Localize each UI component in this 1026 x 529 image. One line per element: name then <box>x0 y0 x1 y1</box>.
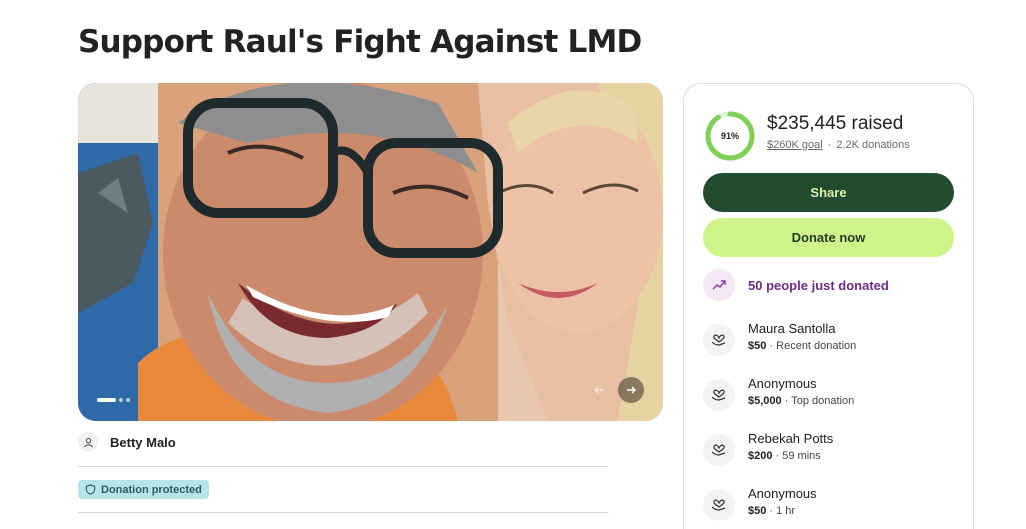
donation-count: 2.2K donations <box>836 139 910 151</box>
share-button[interactable]: Share <box>703 173 954 212</box>
donor-name: Maura Santolla <box>748 321 836 336</box>
carousel-prev-button[interactable] <box>586 377 612 403</box>
donation-item: Anonymous $50 · 1 hr <box>703 486 817 521</box>
arrow-left-icon <box>594 386 603 394</box>
campaign-photo <box>78 83 663 421</box>
carousel-dot-2[interactable] <box>119 398 123 402</box>
carousel-dot-1[interactable] <box>97 398 116 402</box>
donor-name: Anonymous <box>748 486 817 501</box>
donation-amount: $5,000 <box>748 395 782 407</box>
progress-percent: 91% <box>720 131 739 141</box>
heart-hand-icon <box>703 379 735 411</box>
donation-item: Rebekah Potts $200 · 59 mins <box>703 431 833 466</box>
donation-detail: · 59 mins <box>772 450 821 462</box>
trending-up-icon <box>703 269 735 301</box>
divider <box>78 512 609 513</box>
shield-icon <box>85 484 96 495</box>
arrow-right-icon <box>627 386 636 394</box>
donation-item: Maura Santolla $50 · Recent donation <box>703 321 856 356</box>
heart-hand-icon <box>703 324 735 356</box>
goal-summary: $260K goal · 2.2K donations <box>767 139 910 151</box>
carousel-indicator[interactable] <box>97 398 130 402</box>
donation-detail: · Top donation <box>781 395 855 407</box>
organizer: Betty Malo <box>78 432 176 452</box>
carousel-next-button[interactable] <box>618 377 644 403</box>
donate-now-button[interactable]: Donate now <box>703 218 954 257</box>
heart-hand-icon <box>703 489 735 521</box>
donation-protected-badge[interactable]: Donation protected <box>78 480 209 499</box>
user-icon <box>78 432 98 452</box>
amount-raised: $235,445 raised <box>767 113 904 134</box>
donation-detail: · Recent donation <box>766 340 857 352</box>
donation-detail: · 1 hr <box>766 505 796 517</box>
heart-hand-icon <box>703 434 735 466</box>
recent-donation-trend: 50 people just donated <box>703 269 889 301</box>
organizer-name[interactable]: Betty Malo <box>110 435 176 450</box>
donation-amount: $50 <box>748 505 767 517</box>
trend-text: 50 people just donated <box>748 277 889 293</box>
goal-amount[interactable]: $260K goal <box>767 139 823 151</box>
donation-amount: $50 <box>748 340 767 352</box>
divider <box>78 466 609 467</box>
page-title: Support Raul's Fight Against LMD <box>78 24 642 60</box>
campaign-photo-carousel[interactable] <box>78 83 663 421</box>
donation-sidebar: 91% $235,445 raised $260K goal · 2.2K dona… <box>683 83 974 529</box>
donation-amount: $200 <box>748 450 773 462</box>
carousel-dot-3[interactable] <box>126 398 130 402</box>
donor-name: Anonymous <box>748 376 817 391</box>
donation-item: Anonymous $5,000 · Top donation <box>703 376 854 411</box>
donation-protected-label: Donation protected <box>101 483 202 496</box>
donor-name: Rebekah Potts <box>748 431 834 446</box>
separator: · <box>827 139 832 151</box>
